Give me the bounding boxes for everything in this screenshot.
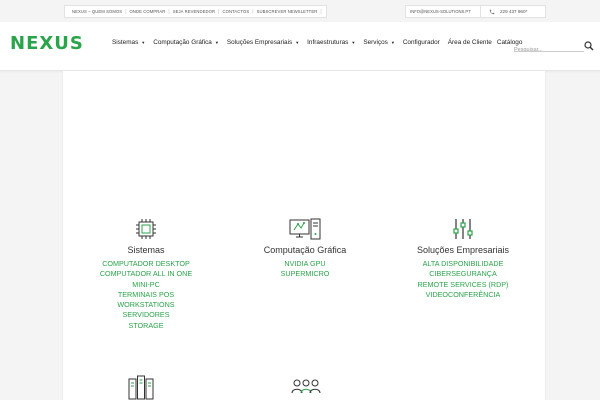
nav-item-area-cliente[interactable]: Área de Cliente: [448, 39, 492, 46]
main-nav: Sistemas ▼ Computação Gráfica ▼ Soluções E…: [112, 39, 530, 46]
top-links: NEXUS – QUEM SOMOS | ONDE COMPRAR | SEJA…: [64, 5, 327, 18]
nav-label: Sistemas: [112, 39, 139, 46]
contact-email[interactable]: INFO@NEXUS-SOLUTIONS.PT: [406, 9, 480, 14]
page: NEXUS – QUEM SOMOS | ONDE COMPRAR | SEJA…: [0, 0, 600, 400]
category-link[interactable]: Servidores: [86, 310, 206, 320]
server-rack-icon: [128, 375, 154, 400]
users-group-icon: [291, 379, 321, 394]
top-link-contacts[interactable]: CONTACTOS: [219, 9, 252, 14]
search-input[interactable]: [514, 44, 584, 56]
caret-down-icon: ▼: [351, 40, 356, 45]
nav-item-computacao-grafica[interactable]: Computação Gráfica ▼: [153, 39, 219, 46]
phone-icon: [488, 8, 496, 16]
category-title[interactable]: Soluções Empresariais: [403, 245, 523, 256]
category-links: Alta Disponibilidade Cibersegurança Remo…: [403, 259, 523, 300]
top-contact: INFO@NEXUS-SOLUTIONS.PT 229 437 960*: [405, 5, 546, 18]
category-link[interactable]: Workstations: [86, 300, 206, 310]
category-sistemas: Sistemas Computador Desktop Computador A…: [86, 217, 206, 331]
main-header: NEXUS Sistemas ▼ Computação Gráfica ▼ Solu…: [0, 22, 600, 71]
category-title[interactable]: Sistemas: [86, 245, 206, 256]
category-link[interactable]: SUPERMICRO: [245, 269, 365, 279]
search-icon[interactable]: [584, 38, 594, 51]
category-link[interactable]: Alta Disponibilidade: [403, 259, 523, 269]
top-link-newsletter[interactable]: SUBSCREVER NEWSLETTER: [254, 9, 321, 14]
category-link[interactable]: NVIDIA GPU: [245, 259, 365, 269]
category-link[interactable]: Cibersegurança: [403, 269, 523, 279]
nav-item-servicos[interactable]: Serviços ▼: [363, 39, 394, 46]
nav-label: Soluções Empresariais: [226, 39, 293, 46]
top-link-where-to-buy[interactable]: ONDE COMPRAR: [127, 9, 169, 14]
caret-down-icon: ▼: [295, 40, 300, 45]
category-link[interactable]: Mini-PC: [86, 280, 206, 290]
category-link[interactable]: Storage: [86, 321, 206, 331]
category-link[interactable]: Videoconferência: [403, 290, 523, 300]
category-solucoes-empresariais: Soluções Empresariais Alta Disponibilida…: [403, 217, 523, 300]
category-title[interactable]: Computação Gráfica: [245, 245, 365, 256]
search-box: [514, 38, 597, 56]
cpu-chip-icon: [136, 219, 156, 239]
nav-label: Serviços: [363, 39, 388, 46]
category-links: NVIDIA GPU SUPERMICRO: [245, 259, 365, 280]
category-link[interactable]: Computador All in One: [86, 269, 206, 279]
caret-down-icon: ▼: [141, 40, 146, 45]
search-underline: [514, 51, 584, 52]
nav-item-solucoes-empresariais[interactable]: Soluções Empresariais ▼: [227, 39, 299, 46]
contact-phone[interactable]: 229 437 960*: [500, 9, 527, 14]
top-link-reseller[interactable]: SEJA REVENDEDOR: [170, 9, 218, 14]
category-computacao-grafica: Computação Gráfica NVIDIA GPU SUPERMICRO: [245, 217, 365, 280]
nexus-logo[interactable]: NEXUS: [10, 33, 84, 54]
nav-label: Área de Cliente: [447, 39, 492, 46]
category-link[interactable]: Computador Desktop: [86, 259, 206, 269]
nav-label: Configurador: [402, 39, 440, 46]
caret-down-icon: ▼: [390, 40, 395, 45]
graphics-workstation-icon: [289, 218, 321, 240]
sliders-icon: [453, 219, 473, 239]
top-link-about[interactable]: NEXUS – QUEM SOMOS: [69, 9, 125, 14]
category-link[interactable]: Terminais POS: [86, 290, 206, 300]
top-utility-bar: NEXUS – QUEM SOMOS | ONDE COMPRAR | SEJA…: [0, 0, 600, 22]
caret-down-icon: ▼: [214, 40, 219, 45]
nav-label: Computação Gráfica: [153, 39, 212, 46]
nav-item-configurador[interactable]: Configurador: [403, 39, 440, 46]
category-links: Computador Desktop Computador All in One…: [86, 259, 206, 331]
separator: |: [320, 8, 322, 15]
category-link[interactable]: Remote Services (RDP): [403, 280, 523, 290]
nav-item-infraestruturas[interactable]: Infraestruturas ▼: [307, 39, 355, 46]
nav-label: Infraestruturas: [307, 39, 349, 46]
content-area: Sistemas Computador Desktop Computador A…: [62, 71, 546, 400]
divider: [480, 5, 481, 18]
nav-item-sistemas[interactable]: Sistemas ▼: [112, 39, 145, 46]
